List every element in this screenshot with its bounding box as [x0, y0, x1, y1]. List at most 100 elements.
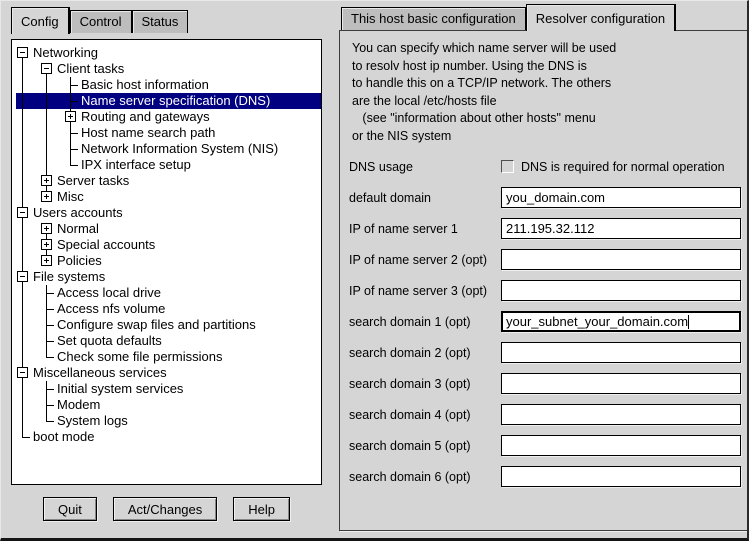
- tree-item[interactable]: Policies: [16, 253, 321, 269]
- collapse-icon[interactable]: [16, 365, 30, 381]
- tree-item[interactable]: Server tasks: [16, 173, 321, 189]
- tree-item[interactable]: Initial system services: [16, 381, 321, 397]
- tree-item-label: IPX interface setup: [81, 157, 191, 173]
- tree-guide-line: [16, 157, 40, 173]
- tree-item-label: Check some file permissions: [57, 349, 222, 365]
- tree-item[interactable]: Normal: [16, 221, 321, 237]
- expand-icon[interactable]: [40, 237, 54, 253]
- tree-guide-line: [16, 413, 40, 429]
- field-label: search domain 6 (opt): [349, 470, 501, 484]
- expand-icon[interactable]: [40, 173, 54, 189]
- tree-item-label: Basic host information: [81, 77, 209, 93]
- expand-icon[interactable]: [40, 189, 54, 205]
- ip-of-name-server-3-opt-input[interactable]: [501, 280, 741, 301]
- tab-control[interactable]: Control: [70, 10, 132, 33]
- checkbox-label: DNS is required for normal operation: [521, 160, 725, 174]
- field-label: search domain 2 (opt): [349, 346, 501, 360]
- tree-item-label: Special accounts: [57, 237, 155, 253]
- tree-item-label: Routing and gateways: [81, 109, 210, 125]
- form-row: search domain 2 (opt): [349, 342, 741, 363]
- dns-required-checkbox[interactable]: [501, 160, 514, 173]
- collapse-icon[interactable]: [40, 61, 54, 77]
- config-tree[interactable]: NetworkingClient tasksBasic host informa…: [11, 39, 322, 485]
- tree-item-label: Server tasks: [57, 173, 129, 189]
- tree-connector: [40, 317, 54, 333]
- expand-icon[interactable]: [40, 221, 54, 237]
- tree-item[interactable]: Miscellaneous services: [16, 365, 321, 381]
- form-row: search domain 5 (opt): [349, 435, 741, 456]
- tree-item[interactable]: Special accounts: [16, 237, 321, 253]
- tree-item-label: Configure swap files and partitions: [57, 317, 256, 333]
- tree-item[interactable]: Routing and gateways: [16, 109, 321, 125]
- collapse-icon[interactable]: [16, 205, 30, 221]
- search-domain-3-opt-input[interactable]: [501, 373, 741, 394]
- tree-connector: [40, 349, 54, 365]
- field-value: your_subnet_your_domain.com: [506, 314, 688, 329]
- tree-item-label: Host name search path: [81, 125, 215, 141]
- left-tab-bar: ConfigControlStatus: [11, 7, 188, 33]
- collapse-icon[interactable]: [16, 269, 30, 285]
- right-tab-bar: This host basic configurationResolver co…: [341, 4, 676, 30]
- tree-item[interactable]: boot mode: [16, 429, 321, 445]
- text-caret-icon: [688, 315, 689, 329]
- search-domain-6-opt-input[interactable]: [501, 466, 741, 487]
- tree-item[interactable]: IPX interface setup: [16, 157, 321, 173]
- collapse-icon[interactable]: [16, 45, 30, 61]
- form-row: search domain 1 (opt)your_subnet_your_do…: [349, 311, 741, 332]
- field-label: IP of name server 2 (opt): [349, 253, 501, 267]
- tree-item[interactable]: Network Information System (NIS): [16, 141, 321, 157]
- tree-guide-line: [40, 93, 64, 109]
- help-button[interactable]: Help: [233, 497, 290, 521]
- tree-guide-line: [40, 125, 64, 141]
- tree-item[interactable]: Set quota defaults: [16, 333, 321, 349]
- tree-item[interactable]: Users accounts: [16, 205, 321, 221]
- tree-item[interactable]: System logs: [16, 413, 321, 429]
- tree-guide-line: [40, 77, 64, 93]
- tree-item[interactable]: Access nfs volume: [16, 301, 321, 317]
- search-domain-5-opt-input[interactable]: [501, 435, 741, 456]
- default-domain-input[interactable]: you_domain.com: [501, 187, 741, 208]
- tree-guide-line: [16, 125, 40, 141]
- resolver-intro-text: You can specify which name server will b…: [352, 40, 616, 145]
- search-domain-2-opt-input[interactable]: [501, 342, 741, 363]
- tree-item[interactable]: Misc: [16, 189, 321, 205]
- tree-item[interactable]: Name server specification (DNS): [16, 93, 321, 109]
- tree-item[interactable]: Networking: [16, 45, 321, 61]
- form-row: search domain 3 (opt): [349, 373, 741, 394]
- form-row: IP of name server 2 (opt): [349, 249, 741, 270]
- tree-guide-line: [16, 285, 40, 301]
- tree-item[interactable]: Host name search path: [16, 125, 321, 141]
- tree-guide-line: [16, 253, 40, 269]
- tab-this-host-basic-configuration[interactable]: This host basic configuration: [341, 7, 526, 30]
- field-label: IP of name server 3 (opt): [349, 284, 501, 298]
- tree-guide-line: [40, 141, 64, 157]
- tree-guide-line: [16, 397, 40, 413]
- search-domain-1-opt-input[interactable]: your_subnet_your_domain.com: [501, 311, 741, 332]
- tab-resolver-configuration[interactable]: Resolver configuration: [526, 4, 676, 31]
- expand-icon[interactable]: [40, 253, 54, 269]
- tree-item[interactable]: Client tasks: [16, 61, 321, 77]
- ip-of-name-server-1-input[interactable]: 211.195.32.112: [501, 218, 741, 239]
- ip-of-name-server-2-opt-input[interactable]: [501, 249, 741, 270]
- act-changes-button[interactable]: Act/Changes: [113, 497, 217, 521]
- tree-item[interactable]: Check some file permissions: [16, 349, 321, 365]
- search-domain-4-opt-input[interactable]: [501, 404, 741, 425]
- field-value: you_domain.com: [506, 190, 605, 205]
- tree-guide-line: [16, 61, 40, 77]
- tree-item-label: File systems: [33, 269, 105, 285]
- tree-item[interactable]: Configure swap files and partitions: [16, 317, 321, 333]
- tree-item[interactable]: File systems: [16, 269, 321, 285]
- tree-item[interactable]: Access local drive: [16, 285, 321, 301]
- tree-connector: [16, 429, 30, 445]
- tree-item[interactable]: Basic host information: [16, 77, 321, 93]
- field-label: search domain 3 (opt): [349, 377, 501, 391]
- tab-config[interactable]: Config: [11, 7, 70, 34]
- field-label: default domain: [349, 191, 501, 205]
- expand-icon[interactable]: [64, 109, 78, 125]
- tab-status[interactable]: Status: [132, 10, 189, 33]
- tree-item-label: Client tasks: [57, 61, 124, 77]
- quit-button[interactable]: Quit: [43, 497, 97, 521]
- tree-item[interactable]: Modem: [16, 397, 321, 413]
- tree-item-label: boot mode: [33, 429, 94, 445]
- field-label: search domain 5 (opt): [349, 439, 501, 453]
